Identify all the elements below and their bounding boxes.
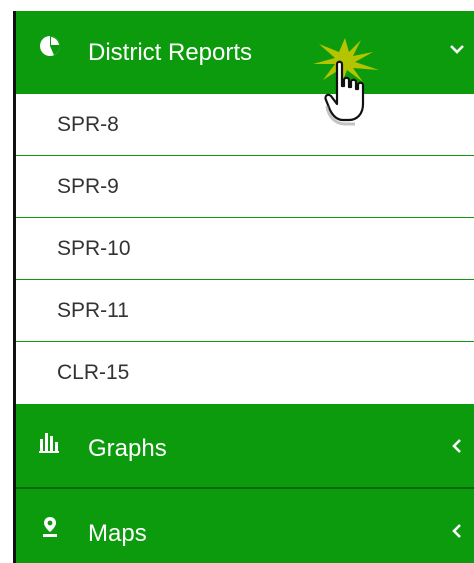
map-marker-icon	[43, 517, 57, 537]
submenu-item-spr-10[interactable]: SPR-10	[16, 218, 474, 280]
pie-chart-icon	[40, 36, 61, 56]
submenu-item-label: SPR-9	[57, 175, 119, 198]
chevron-down-icon[interactable]	[448, 40, 466, 58]
chevron-left-icon[interactable]	[448, 437, 466, 455]
maps-label: Maps	[88, 520, 147, 547]
submenu-item-label: SPR-11	[57, 299, 129, 322]
chevron-left-icon[interactable]	[448, 522, 466, 540]
submenu-item-spr-11[interactable]: SPR-11	[16, 280, 474, 342]
maps-header[interactable]: Maps	[16, 489, 474, 563]
sidebar-menu: District Reports SPR-8 SPR-9 SPR-10 SPR-…	[13, 11, 474, 563]
bar-chart-icon	[39, 433, 59, 453]
submenu-item-label: CLR-15	[57, 361, 130, 384]
graphs-label: Graphs	[88, 435, 167, 462]
submenu-item-spr-9[interactable]: SPR-9	[16, 156, 474, 218]
submenu-item-label: SPR-10	[57, 237, 131, 260]
graphs-header[interactable]: Graphs	[16, 404, 474, 487]
submenu-item-clr-15[interactable]: CLR-15	[16, 342, 474, 404]
district-reports-header[interactable]: District Reports	[16, 11, 474, 94]
submenu-item-label: SPR-8	[57, 113, 119, 136]
submenu-item-spr-8[interactable]: SPR-8	[16, 94, 474, 156]
district-reports-label: District Reports	[88, 39, 253, 66]
